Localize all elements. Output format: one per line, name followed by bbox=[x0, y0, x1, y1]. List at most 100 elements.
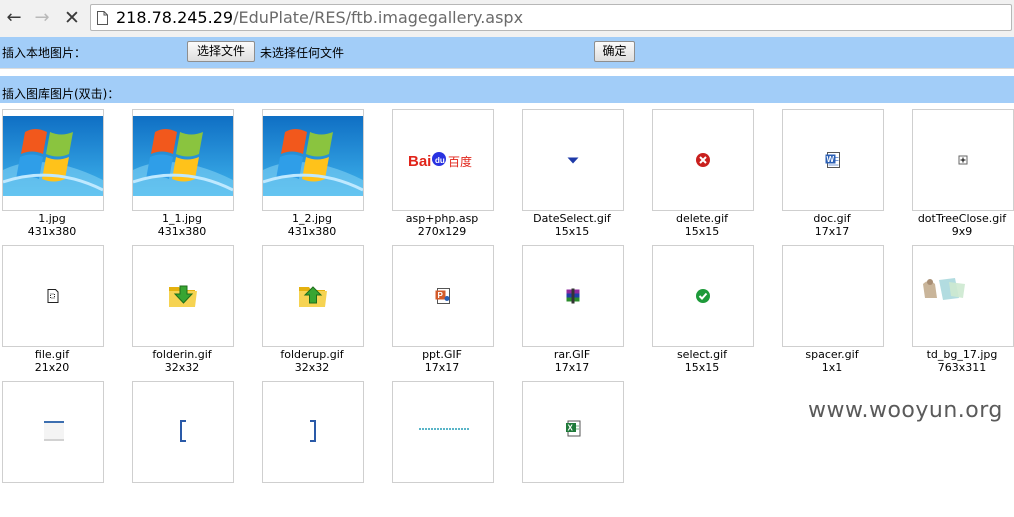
folder-in-icon bbox=[169, 285, 197, 307]
delete-icon bbox=[696, 153, 710, 167]
left-bracket-thumbnail-image bbox=[180, 420, 186, 442]
stop-icon[interactable]: ✕ bbox=[60, 6, 84, 30]
thumbnail[interactable]: X bbox=[522, 381, 624, 483]
gallery-item[interactable]: dotTreeClose.gif 9x9 bbox=[910, 109, 1014, 245]
thumbnail[interactable] bbox=[652, 109, 754, 211]
background-thumbnail-image bbox=[919, 276, 969, 302]
gallery-label: 插入图库图片(双击)： bbox=[2, 87, 120, 101]
image-size: 270x129 bbox=[417, 225, 467, 238]
thumbnail[interactable] bbox=[2, 109, 104, 211]
image-name: ppt.GIF bbox=[422, 348, 462, 361]
svg-text:Bai: Bai bbox=[408, 153, 431, 170]
windows7-wallpaper-image bbox=[3, 116, 103, 196]
thumbnail[interactable] bbox=[262, 109, 364, 211]
back-arrow-icon[interactable]: ← bbox=[2, 6, 26, 30]
image-name: 1_1.jpg bbox=[161, 212, 202, 225]
gallery-item[interactable] bbox=[0, 381, 130, 517]
confirm-button[interactable]: 确定 bbox=[594, 41, 635, 62]
image-size: 21x20 bbox=[34, 361, 70, 374]
gallery-item[interactable]: td_bg_17.jpg 763x311 bbox=[910, 245, 1014, 381]
address-bar[interactable]: 218.78.245.29/EduPlate/RES/ftb.imagegall… bbox=[90, 4, 1012, 31]
url-host: 218.78.245.29 bbox=[116, 8, 234, 27]
gallery-item[interactable]: 1.jpg 431x380 bbox=[0, 109, 130, 245]
svg-text:W: W bbox=[827, 155, 835, 164]
gallery-item[interactable]: folderup.gif 32x32 bbox=[260, 245, 390, 381]
image-name: folderin.gif bbox=[152, 348, 212, 361]
thumbnail[interactable] bbox=[132, 245, 234, 347]
thumbnail[interactable] bbox=[522, 245, 624, 347]
tree-expand-icon bbox=[958, 155, 968, 165]
image-size: 763x311 bbox=[937, 361, 987, 374]
thumbnail[interactable] bbox=[132, 109, 234, 211]
table-edge-thumbnail-image bbox=[44, 421, 64, 441]
thumbnail[interactable] bbox=[132, 381, 234, 483]
baidu-logo-image: Bai du 百度 bbox=[408, 152, 472, 170]
local-upload-label: 插入本地图片： bbox=[2, 46, 87, 60]
image-name: td_bg_17.jpg bbox=[926, 348, 998, 361]
thumbnail[interactable] bbox=[522, 109, 624, 211]
url-path: /EduPlate/RES/ftb.imagegallery.aspx bbox=[233, 8, 524, 27]
image-size: 9x9 bbox=[951, 225, 973, 238]
excel-icon: X bbox=[566, 420, 581, 437]
thumbnail[interactable] bbox=[912, 109, 1014, 211]
thumbnail[interactable] bbox=[2, 245, 104, 347]
gallery-item[interactable] bbox=[260, 381, 390, 517]
thumbnail[interactable] bbox=[2, 381, 104, 483]
image-name: spacer.gif bbox=[805, 348, 859, 361]
image-size: 32x32 bbox=[164, 361, 200, 374]
svg-text:X: X bbox=[568, 424, 574, 433]
image-size: 32x32 bbox=[294, 361, 330, 374]
gallery-item[interactable]: delete.gif 15x15 bbox=[650, 109, 780, 245]
image-size: 15x15 bbox=[684, 361, 720, 374]
image-name: DateSelect.gif bbox=[533, 212, 611, 225]
gallery-item[interactable]: 1_1.jpg 431x380 bbox=[130, 109, 260, 245]
check-icon bbox=[696, 289, 710, 303]
gallery-header-bar: 插入图库图片(双击)： bbox=[0, 76, 1014, 103]
rar-archive-icon bbox=[566, 288, 580, 304]
gallery-item[interactable]: folderin.gif 32x32 bbox=[130, 245, 260, 381]
gallery-item[interactable] bbox=[390, 381, 520, 517]
thumbnail[interactable] bbox=[652, 245, 754, 347]
image-size: 17x17 bbox=[814, 225, 850, 238]
image-name: folderup.gif bbox=[280, 348, 344, 361]
powerpoint-icon: P bbox=[435, 288, 450, 304]
local-upload-bar: 插入本地图片： 选择文件 未选择任何文件 确定 bbox=[0, 37, 1014, 68]
image-size: 1x1 bbox=[821, 361, 843, 374]
gallery-item[interactable]: Bai du 百度 asp+php.asp 270x129 bbox=[390, 109, 520, 245]
file-icon bbox=[47, 289, 59, 303]
thumbnail[interactable] bbox=[912, 245, 1014, 347]
gallery-item[interactable]: spacer.gif 1x1 bbox=[780, 245, 910, 381]
url-text[interactable]: 218.78.245.29/EduPlate/RES/ftb.imagegall… bbox=[116, 8, 523, 27]
gallery-item[interactable]: 1_2.jpg 431x380 bbox=[260, 109, 390, 245]
svg-text:du: du bbox=[435, 156, 445, 165]
image-name: select.gif bbox=[676, 348, 728, 361]
thumbnail[interactable]: W bbox=[782, 109, 884, 211]
image-name: 1_2.jpg bbox=[291, 212, 332, 225]
dropdown-arrow-icon bbox=[567, 157, 579, 164]
gallery-item[interactable]: select.gif 15x15 bbox=[650, 245, 780, 381]
image-size: 15x15 bbox=[554, 225, 590, 238]
folder-up-icon bbox=[299, 286, 327, 307]
gallery-item[interactable]: rar.GIF 17x17 bbox=[520, 245, 650, 381]
image-size: 431x380 bbox=[157, 225, 207, 238]
page-icon bbox=[97, 11, 108, 25]
choose-file-button[interactable]: 选择文件 bbox=[187, 41, 255, 62]
gallery-item[interactable]: DateSelect.gif 15x15 bbox=[520, 109, 650, 245]
thumbnail[interactable]: P bbox=[392, 245, 494, 347]
gallery-item[interactable]: P ppt.GIF 17x17 bbox=[390, 245, 520, 381]
thumbnail[interactable]: Bai du 百度 bbox=[392, 109, 494, 211]
thumbnail[interactable] bbox=[782, 245, 884, 347]
forward-arrow-icon[interactable]: → bbox=[30, 6, 54, 30]
thumbnail[interactable] bbox=[262, 245, 364, 347]
gallery-item[interactable] bbox=[130, 381, 260, 517]
image-name: delete.gif bbox=[675, 212, 729, 225]
image-size: 431x380 bbox=[27, 225, 77, 238]
right-bracket-thumbnail-image bbox=[310, 420, 316, 442]
thumbnail[interactable] bbox=[262, 381, 364, 483]
gallery-item[interactable]: W doc.gif 17x17 bbox=[780, 109, 910, 245]
word-doc-icon: W bbox=[825, 152, 840, 168]
no-file-chosen-text: 未选择任何文件 bbox=[260, 46, 345, 60]
thumbnail[interactable] bbox=[392, 381, 494, 483]
gallery-item[interactable]: file.gif 21x20 bbox=[0, 245, 130, 381]
gallery-item[interactable]: X bbox=[520, 381, 650, 517]
